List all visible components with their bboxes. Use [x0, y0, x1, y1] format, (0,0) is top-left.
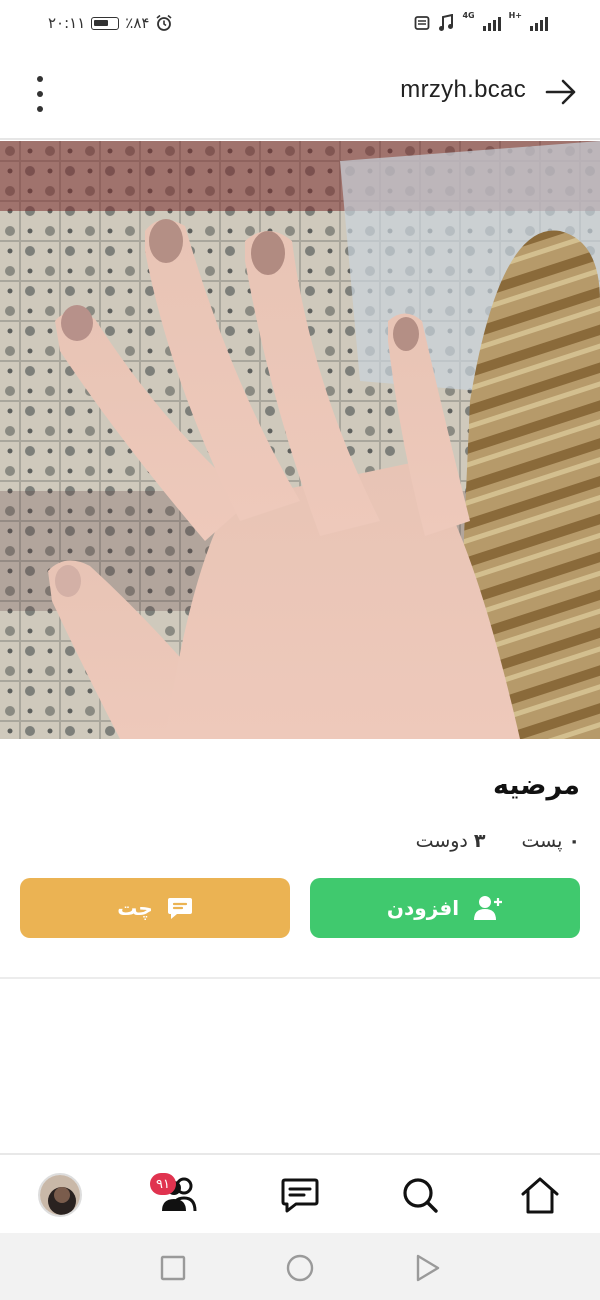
friends-badge: ۹۱ [150, 1173, 176, 1195]
clock-time: ۲۰:۱۱ [48, 14, 86, 32]
messages-icon [281, 1178, 319, 1213]
notification-icon [415, 16, 430, 30]
system-navigation-bar [0, 1233, 600, 1300]
friends-label: دوست [415, 830, 468, 852]
music-icon [439, 14, 454, 31]
battery-percent: ٪۸۴ [125, 14, 150, 32]
profile-photo[interactable] [0, 141, 600, 739]
signal-icon [482, 15, 501, 31]
search-icon [403, 1178, 438, 1213]
add-friend-button[interactable]: افزودن [310, 878, 580, 938]
posts-count: ۰ [568, 830, 580, 852]
more-options-icon[interactable] [30, 76, 50, 112]
chat-bubble-icon [167, 898, 192, 919]
back-triangle-icon[interactable] [412, 1253, 442, 1283]
home-icon [521, 1177, 559, 1214]
nav-messages[interactable] [276, 1171, 324, 1219]
recent-apps-icon[interactable] [158, 1253, 188, 1283]
nav-profile-avatar[interactable] [36, 1171, 84, 1219]
display-name: مرضیه [493, 770, 580, 801]
home-circle-icon[interactable] [285, 1253, 315, 1283]
chat-label: چت [117, 896, 153, 920]
username: mrzyh.bcac [400, 76, 526, 103]
photo-image [0, 141, 600, 739]
nav-home[interactable] [516, 1171, 564, 1219]
posts-stat[interactable]: ۰ پست [521, 830, 580, 852]
add-user-icon [474, 896, 503, 920]
battery-icon [91, 16, 120, 30]
avatar [38, 1173, 82, 1217]
section-divider [0, 977, 600, 979]
profile-header: mrzyh.bcac [0, 46, 600, 140]
back-arrow-icon[interactable] [544, 78, 578, 106]
network-type-hplus: H+ [508, 11, 522, 20]
nav-friends[interactable]: ۹۱ [150, 1171, 204, 1219]
signal-icon-2 [530, 15, 548, 31]
chat-button[interactable]: چت [20, 878, 290, 938]
status-bar: ۲۰:۱۱ ٪۸۴ 4G H+ [0, 0, 600, 46]
network-type-4g: 4G [462, 11, 475, 20]
nav-search[interactable] [396, 1171, 444, 1219]
friends-count: ۳ [473, 830, 486, 852]
profile-stats: ۰ پست ۳ دوست [416, 830, 580, 852]
add-friend-label: افزودن [386, 896, 460, 920]
bottom-navigation: ۹۱ [0, 1153, 600, 1233]
status-left: ۲۰:۱۱ ٪۸۴ [48, 14, 173, 32]
friends-stat[interactable]: ۳ دوست [416, 830, 486, 852]
alarm-icon [156, 14, 172, 31]
status-right: 4G H+ [414, 11, 548, 32]
posts-label: پست [521, 830, 563, 852]
